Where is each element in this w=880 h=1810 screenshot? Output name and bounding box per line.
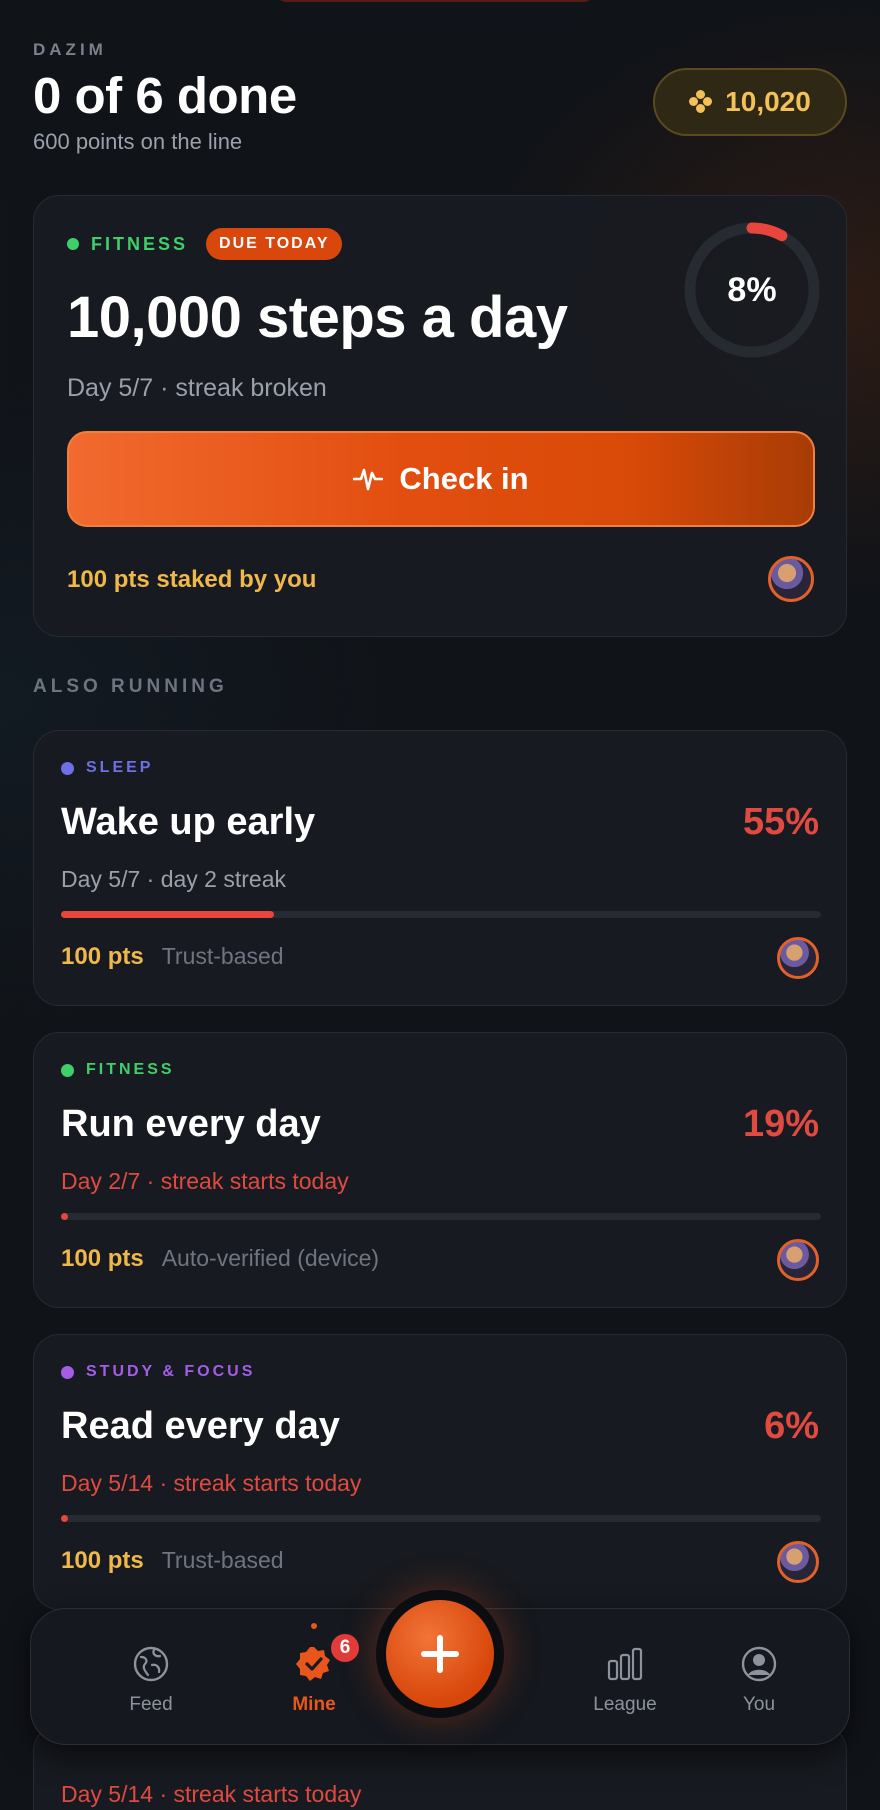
verification-type: Trust-based — [161, 1547, 284, 1573]
check-in-button[interactable]: Check in — [67, 431, 815, 527]
user-icon — [741, 1646, 777, 1682]
nav-label-you: You — [742, 1694, 776, 1715]
plus-icon — [421, 1635, 459, 1673]
habit-title: Read every day — [61, 1405, 340, 1447]
habit-card[interactable]: SLEEP Wake up early 55% Day 5/7 · day 2 … — [33, 730, 847, 1006]
nav-item-mine[interactable]: 6 Mine — [254, 1623, 374, 1716]
progress-bar-fill — [61, 1213, 68, 1220]
due-today-badge: DUE TODAY — [206, 228, 343, 260]
check-in-label: Check in — [399, 461, 529, 496]
habit-title: 10,000 steps a day — [67, 285, 568, 350]
points-balance-value: 10,020 — [725, 86, 811, 117]
progress-bar-fill — [61, 1515, 68, 1522]
habit-meta: Day 5/14 · streak starts today — [61, 1781, 362, 1807]
habit-points: 100 pts — [61, 1547, 144, 1574]
category-dot — [67, 238, 79, 250]
habit-percent: 19% — [742, 1103, 819, 1145]
avatar[interactable] — [777, 937, 819, 979]
progress-bar-fill — [61, 911, 274, 918]
progress-bar — [61, 1213, 821, 1220]
brand-label: DAZIM — [33, 40, 107, 59]
pulse-icon — [353, 468, 384, 491]
top-edge-element — [275, 0, 595, 2]
points-balance-button[interactable]: 10,020 — [653, 68, 847, 136]
habit-points: 100 pts — [61, 943, 144, 970]
verification-type: Auto-verified (device) — [161, 1245, 380, 1271]
avatar[interactable] — [777, 1239, 819, 1281]
habit-meta: Day 5/14 · streak starts today — [61, 1470, 362, 1496]
active-indicator — [311, 1623, 317, 1629]
habit-percent: 6% — [764, 1405, 819, 1447]
habit-points: 100 pts — [61, 1245, 144, 1272]
section-label-also-running: ALSO RUNNING — [33, 676, 228, 697]
category-dot — [61, 1063, 74, 1077]
category-row: FITNESS — [61, 1061, 175, 1079]
habit-meta: Day 5/7 · day 2 streak — [61, 866, 286, 892]
progress-percent: 8% — [727, 270, 777, 309]
staked-text: 100 pts staked by you — [67, 566, 317, 593]
nav-item-you[interactable]: You — [699, 1645, 819, 1716]
header: DAZIM 0 of 6 done 600 points on the line… — [33, 40, 847, 165]
category-label: SLEEP — [86, 759, 154, 776]
habit-card[interactable]: FITNESS Run every day 19% Day 2/7 · stre… — [33, 1032, 847, 1308]
category-label: FITNESS — [86, 1061, 175, 1078]
avatar[interactable] — [768, 556, 814, 602]
verification-type: Trust-based — [161, 943, 284, 969]
habit-title: Wake up early — [61, 801, 316, 843]
coin-icon — [689, 90, 713, 114]
featured-habit-card[interactable]: FITNESS DUE TODAY 10,000 steps a day Day… — [33, 195, 847, 637]
progress-bar — [61, 911, 821, 918]
avatar[interactable] — [777, 1541, 819, 1583]
nav-label-feed: Feed — [129, 1694, 173, 1715]
category-dot — [61, 761, 74, 775]
mine-count-badge: 6 — [328, 1631, 362, 1665]
nav-item-league[interactable]: League — [565, 1645, 685, 1716]
habit-footer: 100 pts Trust-based — [61, 943, 284, 971]
nav-label-mine: Mine — [292, 1694, 336, 1715]
category-row: STUDY & FOCUS — [61, 1363, 255, 1381]
progress-bar — [61, 1515, 821, 1522]
habit-card[interactable]: STUDY & FOCUS Read every day 6% Day 5/14… — [33, 1334, 847, 1610]
category-dot — [61, 1365, 74, 1379]
add-habit-button-inner — [386, 1600, 494, 1708]
category-row: SLEEP — [61, 759, 153, 777]
globe-icon — [133, 1646, 169, 1682]
nav-item-feed[interactable]: Feed — [91, 1645, 211, 1716]
category-row: FITNESS DUE TODAY — [67, 228, 343, 260]
habit-footer: 100 pts Trust-based — [61, 1547, 284, 1575]
habit-title: Run every day — [61, 1103, 321, 1145]
category-label: FITNESS — [91, 233, 189, 254]
add-habit-button[interactable] — [376, 1590, 504, 1718]
habit-percent: 55% — [742, 801, 819, 843]
category-label: STUDY & FOCUS — [86, 1363, 256, 1380]
bar-chart-icon — [607, 1647, 643, 1681]
habit-meta: Day 5/7 · streak broken — [67, 374, 327, 402]
habit-meta: Day 2/7 · streak starts today — [61, 1168, 349, 1194]
habit-footer: 100 pts Auto-verified (device) — [61, 1245, 379, 1273]
nav-label-league: League — [593, 1694, 657, 1715]
